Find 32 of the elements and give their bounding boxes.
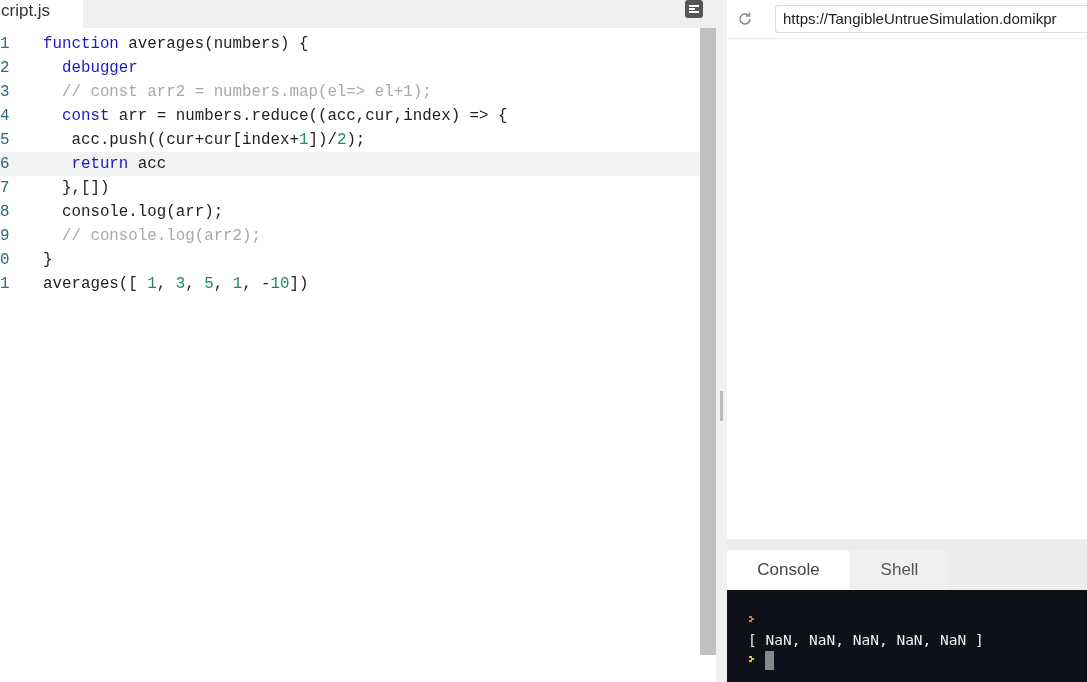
code-line: acc.push((cur+cur[index+1])/2); [70,131,366,149]
text-cursor [765,650,774,670]
code-line: } [43,251,53,269]
line-number: 3 [0,83,11,101]
outline-icon[interactable] [685,0,703,18]
url-field[interactable]: https://TangibleUntrueSimulation.domikpr [775,5,1087,33]
line-number: 9 [0,227,11,245]
console-output: [ NaN, NaN, NaN, NaN, NaN ] [748,632,984,648]
file-tab[interactable]: cript.js [0,0,83,28]
line-number: 1 [0,35,11,53]
line-number: 5 [0,131,11,149]
line-number: 2 [0,59,11,77]
code-line: return acc [70,155,167,173]
line-number: 7 [0,179,11,197]
console-tab[interactable]: Shell [851,550,948,590]
code-line: const arr = numbers.reduce((acc,cur,index) => { [60,107,508,125]
code-line: debugger [60,59,138,77]
code-line: // const arr2 = numbers.map(el=> el+1); [60,83,432,101]
scrollbar[interactable] [700,28,716,655]
line-number: 6 [0,155,11,173]
line-number: 1 [0,275,11,293]
reload-icon[interactable] [737,11,753,27]
code-line: function averages(numbers) { [43,35,309,53]
line-number: 4 [0,107,11,125]
code-line: // console.log(arr2); [60,227,262,245]
code-line: averages([ 1, 3, 5, 1, -10]) [43,275,309,293]
resize-handle[interactable] [720,391,723,421]
code-line: },[]) [60,179,110,197]
line-number: 0 [0,251,11,269]
line-number: 8 [0,203,11,221]
console-tab[interactable]: Console [727,550,850,590]
code-line: console.log(arr); [60,203,224,221]
